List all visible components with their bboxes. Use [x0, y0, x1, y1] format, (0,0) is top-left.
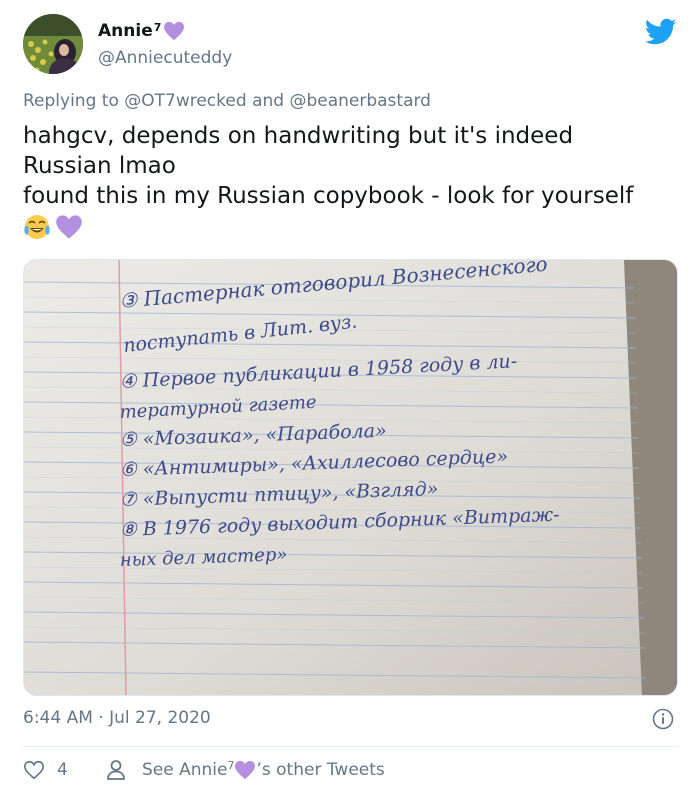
twitter-bird-icon[interactable]	[645, 18, 677, 46]
divider	[23, 746, 678, 747]
tweet-line-1: hahgcv, depends on handwriting but it's …	[23, 123, 574, 149]
avatar-image	[23, 14, 83, 74]
person-icon	[107, 760, 125, 780]
author-display-name[interactable]: Annie	[98, 21, 153, 41]
copybook-photo: ③ Пастернак отговорил Вознесенского пост…	[24, 260, 677, 695]
replying-to: Replying to @OT7wrecked and @beanerbasta…	[23, 91, 431, 111]
author-handle[interactable]: @Anniecuteddy	[98, 48, 232, 68]
tweet-line-3: found this in my Russian copybook - look…	[23, 183, 634, 209]
purple-heart-icon	[164, 21, 185, 41]
replying-prefix: Replying to	[23, 91, 119, 111]
tweet-timestamp[interactable]: 6:44 AM · Jul 27, 2020	[23, 708, 211, 728]
author-name-superscript: 7	[153, 20, 162, 34]
tweet-line-2: Russian lmao	[23, 153, 176, 179]
purple-heart-icon	[56, 215, 82, 239]
tears-of-joy-icon	[24, 215, 50, 239]
like-count: 4	[57, 760, 68, 780]
replying-joiner: and	[252, 91, 285, 111]
see-other-tweets-link[interactable]: See Annie 7 ’s other Tweets	[106, 759, 385, 781]
tweet-photo[interactable]: ③ Пастернак отговорил Вознесенского пост…	[23, 259, 678, 696]
tweet-text: hahgcv, depends on handwriting but it's …	[23, 121, 683, 211]
author-name[interactable]: Annie 7	[98, 21, 185, 41]
info-icon[interactable]	[652, 708, 674, 730]
tweet-emojis	[23, 213, 83, 241]
mention-link-1[interactable]: @OT7wrecked	[124, 91, 246, 111]
mention-link-2[interactable]: @beanerbastard	[289, 91, 431, 111]
see-superscript: 7	[227, 758, 235, 772]
see-suffix: ’s other Tweets	[256, 760, 385, 780]
like-button[interactable]: 4	[23, 759, 68, 781]
heart-outline-icon	[24, 760, 44, 780]
see-prefix: See Annie	[142, 760, 228, 780]
purple-heart-icon	[235, 760, 256, 780]
avatar[interactable]	[23, 14, 83, 74]
